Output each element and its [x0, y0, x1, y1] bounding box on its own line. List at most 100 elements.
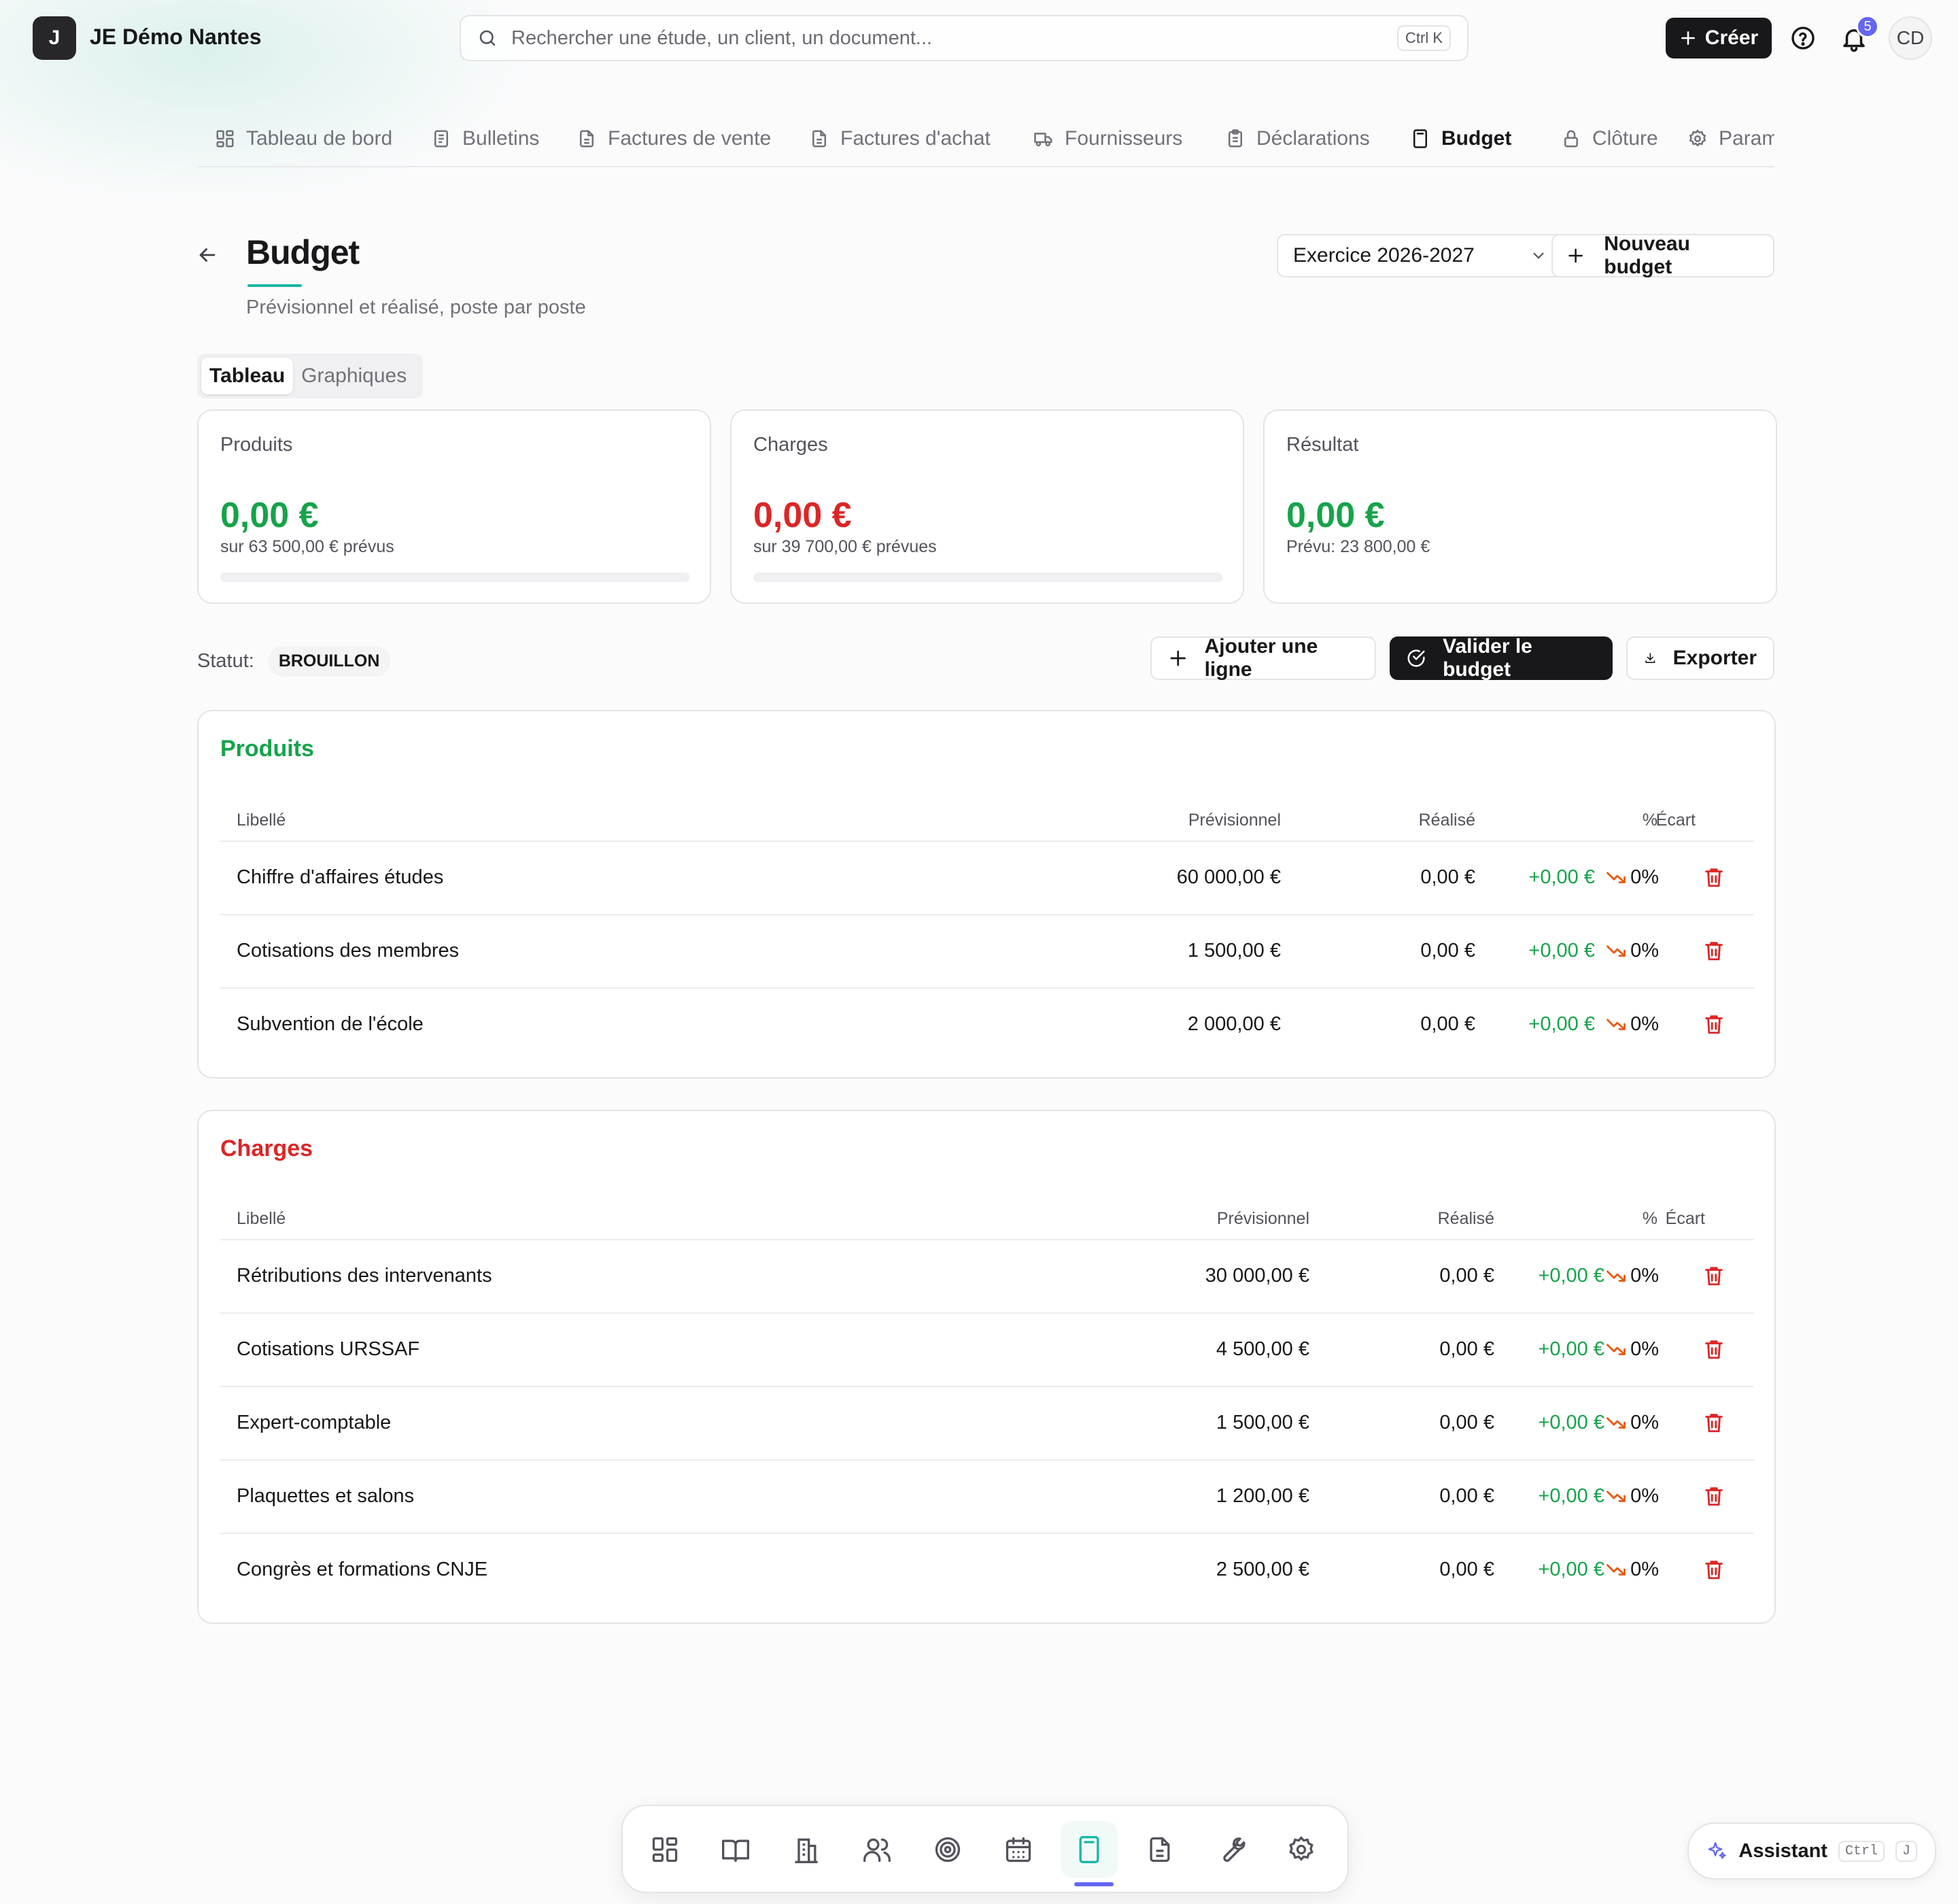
row-realise: 0,00 € [1420, 866, 1475, 888]
table-row[interactable]: Chiffre d'affaires études 60 000,00 € 0,00… [220, 840, 1754, 913]
grid-icon [216, 130, 234, 148]
calculator-icon [1413, 129, 1427, 148]
row-pct: 0% [1606, 989, 1659, 1059]
wrench-icon [1223, 1837, 1246, 1862]
row-realise: 0,00 € [1439, 1338, 1494, 1360]
back-arrow-icon[interactable] [196, 243, 219, 267]
table-row[interactable]: Plaquettes et salons 1 200,00 € 0,00 € +0,0… [220, 1459, 1754, 1531]
delete-row-button[interactable] [1702, 1387, 1725, 1458]
dock-users[interactable] [848, 1821, 906, 1878]
dock-settings[interactable] [1273, 1821, 1330, 1878]
row-pct: 0% [1606, 1387, 1659, 1458]
lock-icon [1564, 130, 1578, 148]
plus-icon [1681, 31, 1695, 45]
tab-fournisseurs[interactable]: Fournisseurs [1033, 110, 1183, 166]
dock-target[interactable] [919, 1821, 976, 1878]
card-subtext: Prévu: 23 800,00 € [1286, 537, 1430, 556]
row-pct-value: 0% [1630, 1411, 1659, 1433]
trash-icon [1705, 1267, 1723, 1286]
trending-down-icon [1607, 1491, 1626, 1502]
avatar[interactable]: CD [1889, 16, 1932, 60]
view-charts-option[interactable]: Graphiques [293, 358, 415, 394]
delete-row-button[interactable] [1702, 842, 1725, 913]
sparkles-icon [1708, 1842, 1726, 1859]
search-input[interactable] [511, 27, 1397, 50]
table-row[interactable]: Subvention de l'école 2 000,00 € 0,00 € +0,… [220, 987, 1754, 1059]
delete-row-button[interactable] [1702, 1240, 1725, 1311]
trending-down-icon [1607, 1019, 1626, 1030]
trash-icon [1705, 868, 1723, 887]
col-libelle: Libellé [237, 810, 286, 830]
row-libelle: Subvention de l'école [237, 1013, 424, 1035]
dock-documents[interactable] [1131, 1821, 1188, 1878]
view-toggle: Tableau Graphiques [197, 354, 423, 398]
table-row[interactable]: Rétributions des intervenants 30 000,00 €… [220, 1239, 1754, 1311]
tab-bulletins[interactable]: Bulletins [431, 110, 539, 166]
title-underline [247, 284, 302, 287]
dock-building[interactable] [778, 1821, 835, 1878]
validate-budget-button[interactable]: Valider le budget [1390, 635, 1613, 681]
card-subtext: sur 39 700,00 € prévues [753, 537, 937, 556]
delete-row-button[interactable] [1702, 1534, 1725, 1605]
org-name[interactable]: JE Démo Nantes [90, 24, 262, 50]
card-label: Charges [753, 434, 828, 456]
trash-icon [1705, 942, 1723, 961]
dock-book[interactable] [707, 1821, 764, 1878]
tab-factures-de-vente[interactable]: Factures de vente [577, 110, 772, 166]
create-button[interactable]: Créer [1666, 18, 1772, 58]
table-row[interactable]: Expert-comptable 1 500,00 € 0,00 € +0,00 € 0… [220, 1386, 1754, 1458]
tab-label: Budget [1441, 127, 1512, 150]
row-pct-value: 0% [1630, 1558, 1659, 1580]
tab-declarations[interactable]: Déclarations [1225, 110, 1370, 166]
col-libelle: Libellé [237, 1208, 286, 1228]
search-bar[interactable]: Ctrl K [460, 15, 1468, 61]
export-button[interactable]: Exporter [1626, 636, 1774, 680]
delete-row-button[interactable] [1702, 1314, 1725, 1384]
tab-label: Fournisseurs [1065, 127, 1183, 150]
add-line-button[interactable]: Ajouter une ligne [1150, 635, 1376, 681]
exercise-value: Exercice 2026-2027 [1293, 244, 1475, 267]
row-previsionnel: 2 500,00 € [1216, 1558, 1309, 1580]
delete-row-button[interactable] [1702, 915, 1725, 986]
row-ecart: +0,00 € [1528, 1013, 1595, 1035]
delete-row-button[interactable] [1702, 1461, 1725, 1531]
progress-bar [220, 573, 689, 582]
chevron-down-icon [1533, 252, 1544, 259]
tab-factures-d-achat[interactable]: Factures d'achat [809, 110, 991, 166]
trending-down-icon [1607, 945, 1626, 957]
delete-row-button[interactable] [1702, 989, 1725, 1059]
table-row[interactable]: Cotisations URSSAF 4 500,00 € 0,00 € +0,00 … [220, 1312, 1754, 1384]
table-row[interactable]: Cotisations des membres 1 500,00 € 0,00 € +… [220, 914, 1754, 986]
card-subtext: sur 63 500,00 € prévus [220, 537, 394, 556]
row-ecart: +0,00 € [1528, 939, 1595, 962]
table-row[interactable]: Congrès et formations CNJE 2 500,00 € 0,00… [220, 1533, 1754, 1605]
assistant-button[interactable]: Assistant Ctrl J [1687, 1822, 1936, 1880]
status-row: Statut: BROUILLON [197, 646, 391, 677]
org-logo[interactable]: J [33, 16, 76, 60]
building-icon [795, 1838, 818, 1863]
exercise-select[interactable]: Exercice 2026-2027 [1277, 234, 1564, 277]
dock-budget[interactable] [1061, 1821, 1118, 1878]
dock-active-indicator [1074, 1882, 1114, 1886]
tab-cloture[interactable]: Clôture [1561, 110, 1658, 166]
row-previsionnel: 4 500,00 € [1216, 1338, 1309, 1360]
summary-card-charges: Charges 0,00 € sur 39 700,00 € prévues [730, 409, 1244, 604]
tab-budget[interactable]: Budget [1391, 110, 1529, 166]
tab-parametres[interactable]: Paramètres [1687, 110, 1774, 166]
tab-tableau-de-bord[interactable]: Tableau de bord [215, 110, 392, 166]
trash-icon [1705, 1487, 1723, 1506]
tab-label: Factures de vente [608, 127, 772, 150]
new-budget-button[interactable]: Nouveau budget [1551, 233, 1774, 278]
check-circle-icon [1407, 649, 1425, 667]
help-icon[interactable] [1789, 24, 1817, 52]
produits-title: Produits [220, 736, 314, 762]
row-libelle: Expert-comptable [237, 1411, 392, 1433]
col-ecart-label: Écart [1665, 1208, 1705, 1228]
row-pct: 0% [1606, 915, 1659, 986]
dock-dashboard[interactable] [636, 1821, 693, 1878]
row-pct: 0% [1606, 1240, 1659, 1311]
dock-calendar[interactable] [990, 1821, 1047, 1878]
dock-tools[interactable] [1202, 1821, 1259, 1878]
view-table-option[interactable]: Tableau [201, 358, 294, 394]
row-ecart: +0,00 € [1538, 1338, 1604, 1360]
